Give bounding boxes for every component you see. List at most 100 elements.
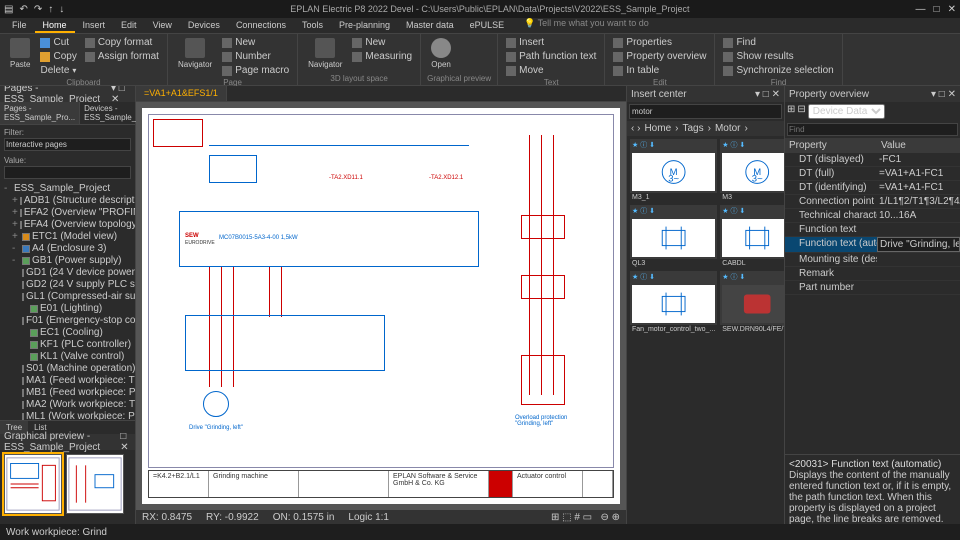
ribbon-tab-connections[interactable]: Connections (228, 18, 294, 33)
pages-subtab[interactable]: Pages - ESS_Sample_Pro... (0, 102, 80, 124)
preview-thumb[interactable] (4, 454, 62, 514)
tree-node[interactable]: +ADB1 (Structure description) (2, 195, 133, 207)
in-table-button[interactable]: In table (611, 64, 708, 77)
measuring-button[interactable]: Measuring (350, 50, 414, 63)
property-row[interactable]: Function text (785, 223, 960, 237)
open-preview-button[interactable]: Open (427, 36, 455, 71)
tree-node[interactable]: GD2 (24 V supply PLC signals) (2, 279, 133, 291)
minimize-button[interactable]: — (916, 4, 926, 15)
page-navigator-button[interactable]: Navigator (174, 36, 216, 71)
ribbon-tab-master data[interactable]: Master data (398, 18, 462, 33)
number-button[interactable]: Number (220, 50, 291, 63)
property-row[interactable]: Connection point desi...1/L1¶2/T1¶3/L2¶4… (785, 195, 960, 209)
copy-format-button[interactable]: Copy format (83, 36, 161, 49)
props-toolbar-icon[interactable]: ⊞ (787, 104, 795, 119)
property-row[interactable]: Function text (automa...Drive "Grinding,… (785, 237, 960, 253)
ribbon-tab-home[interactable]: Home (35, 18, 75, 33)
insert-pin-icon[interactable]: ▾ □ ✕ (755, 89, 780, 100)
property-row[interactable]: Remark (785, 267, 960, 281)
insert-center-title: Insert center (631, 89, 687, 100)
svg-text:3~: 3~ (668, 174, 679, 185)
breadcrumb[interactable]: ‹ › Home› Tags› Motor› (627, 121, 784, 136)
tree-node[interactable]: MB1 (Feed workpiece: Position) (2, 387, 133, 399)
tree-node[interactable]: E01 (Lighting) (2, 303, 133, 315)
props-find-input[interactable] (787, 123, 958, 136)
qat-icon[interactable]: ▤ (4, 4, 13, 15)
tree-node[interactable]: ML1 (Work workpiece: Position) (2, 411, 133, 420)
drawing-canvas[interactable]: SEW EURODRIVE MC07B0015-5A3-4-00 1,5kW D… (136, 102, 626, 510)
property-row[interactable]: DT (displayed)-FC1 (785, 153, 960, 167)
maximize-button[interactable]: □ (934, 4, 940, 15)
value-input[interactable] (4, 166, 131, 179)
insert-card[interactable]: ★ ⓘ ⬇M3~M3_1 (630, 139, 717, 202)
layout-navigator-button[interactable]: Navigator (304, 36, 346, 71)
ribbon-tab-epulse[interactable]: ePULSE (462, 18, 513, 33)
find-button[interactable]: Find (721, 36, 835, 49)
tree-node[interactable]: -ESS_Sample_Project (2, 183, 133, 195)
tree-node[interactable]: -A4 (Enclosure 3) (2, 243, 133, 255)
qat-undo[interactable]: ↶ (19, 4, 27, 15)
property-row[interactable]: DT (full)=VA1+A1-FC1 (785, 167, 960, 181)
tree-node[interactable]: +ETC1 (Model view) (2, 231, 133, 243)
sync-selection-button[interactable]: Synchronize selection (721, 64, 835, 77)
ribbon-tab-insert[interactable]: Insert (75, 18, 114, 33)
ribbon-tab-tools[interactable]: Tools (294, 18, 331, 33)
qat-up[interactable]: ↑ (48, 4, 53, 15)
show-results-button[interactable]: Show results (721, 50, 835, 63)
close-button[interactable]: ✕ (948, 4, 956, 15)
prop-desc-title: <20031> Function text (automatic) (789, 459, 956, 470)
copy-button[interactable]: Copy (38, 50, 78, 63)
page-macro-button[interactable]: Page macro (220, 64, 291, 77)
insert-search-input[interactable] (629, 104, 782, 119)
property-row[interactable]: Technical characteristics10...16A (785, 209, 960, 223)
tell-me-input[interactable]: 💡 Tell me what you want to do (524, 18, 649, 33)
props-pin-icon[interactable]: ▾ □ ✕ (931, 89, 956, 100)
ribbon-tab-file[interactable]: File (4, 18, 35, 33)
property-row[interactable]: DT (identifying)=VA1+A1-FC1 (785, 181, 960, 195)
tree-node[interactable]: -GB1 (Power supply) (2, 255, 133, 267)
tree-node[interactable]: EC1 (Cooling) (2, 327, 133, 339)
tree-node[interactable]: GD1 (24 V device power supply) (2, 267, 133, 279)
tree-node[interactable]: +EFA4 (Overview topology) (2, 219, 133, 231)
document-tab[interactable]: =VA1+A1&EFS1/1 (136, 86, 227, 101)
new-page-button[interactable]: New (220, 36, 291, 49)
ribbon-tab-devices[interactable]: Devices (180, 18, 228, 33)
ribbon-tab-pre-planning[interactable]: Pre-planning (331, 18, 398, 33)
insert-text-button[interactable]: Insert (504, 36, 598, 49)
props-toolbar-icon[interactable]: ⊟ (797, 104, 805, 119)
assign-format-button[interactable]: Assign format (83, 50, 161, 63)
cut-button[interactable]: Cut (38, 36, 78, 49)
zoom-controls[interactable]: ⊞ ⬚ # ▭ ⊖ ⊕ (551, 512, 620, 523)
tree-node[interactable]: MA1 (Feed workpiece: Transport) (2, 375, 133, 387)
tree-node[interactable]: F01 (Emergency-stop control) (2, 315, 133, 327)
delete-button[interactable]: Delete ▾ (38, 64, 78, 77)
tree-node[interactable]: KL1 (Valve control) (2, 351, 133, 363)
paste-button[interactable]: Paste (6, 36, 34, 71)
statusbar-text: Work workpiece: Grind (6, 527, 107, 538)
insert-card[interactable]: ★ ⓘ ⬇QL3 (630, 205, 717, 268)
tree-node[interactable]: MA2 (Work workpiece: Transport) (2, 399, 133, 411)
tree-node[interactable]: GL1 (Compressed-air supply) (2, 291, 133, 303)
layout-new-button[interactable]: New (350, 36, 414, 49)
path-fn-text-button[interactable]: Path function text (504, 50, 598, 63)
move-text-button[interactable]: Move (504, 64, 598, 77)
preview-thumb[interactable] (66, 454, 124, 514)
tree-node[interactable]: KF1 (PLC controller) (2, 339, 133, 351)
ribbon-tab-edit[interactable]: Edit (113, 18, 145, 33)
tree-node[interactable]: S01 (Machine operation) (2, 363, 133, 375)
svg-text:3~: 3~ (752, 174, 763, 185)
qat-redo[interactable]: ↷ (34, 4, 42, 15)
status-logic: Logic 1:1 (348, 512, 389, 523)
properties-button[interactable]: Properties (611, 36, 708, 49)
insert-card[interactable]: ★ ⓘ ⬇Fan_motor_control_two_... (630, 271, 717, 334)
property-row[interactable]: Part number (785, 281, 960, 295)
property-overview-title: Property overview (789, 89, 869, 100)
ribbon-tab-view[interactable]: View (145, 18, 180, 33)
tree-node[interactable]: +EFA2 (Overview "PROFINET") (2, 207, 133, 219)
filter-input[interactable] (4, 138, 131, 151)
qat-down[interactable]: ↓ (59, 4, 64, 15)
category-select[interactable]: Device Data (808, 104, 885, 119)
property-overview-button[interactable]: Property overview (611, 50, 708, 63)
property-row[interactable]: Mounting site (describ... (785, 253, 960, 267)
status-ry: RY: -0.9922 (206, 512, 259, 523)
